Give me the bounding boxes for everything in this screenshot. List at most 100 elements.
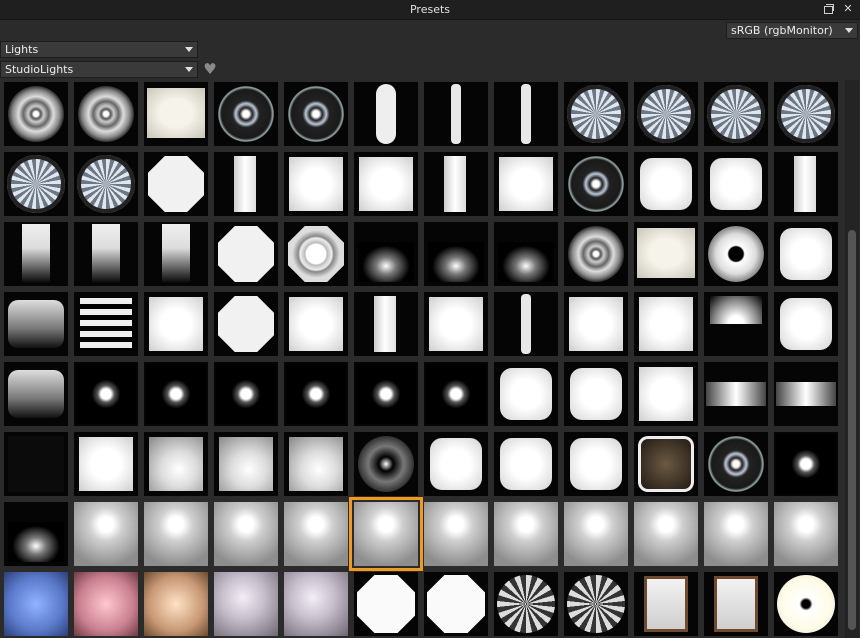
preset-thumbnail[interactable]: [774, 502, 838, 566]
preset-thumbnail[interactable]: [284, 152, 348, 216]
preset-thumbnail[interactable]: [634, 222, 698, 286]
preset-thumbnail[interactable]: [354, 82, 418, 146]
preset-thumbnail[interactable]: [494, 572, 558, 636]
preset-thumbnail[interactable]: [634, 572, 698, 636]
preset-thumbnail[interactable]: [214, 222, 278, 286]
close-icon[interactable]: ✕: [842, 3, 854, 15]
category-dropdown[interactable]: StudioLights: [0, 61, 198, 78]
preset-thumbnail[interactable]: [284, 292, 348, 356]
preset-thumbnail[interactable]: [354, 362, 418, 426]
preset-thumbnail[interactable]: [284, 222, 348, 286]
preset-thumbnail[interactable]: [74, 502, 138, 566]
preset-thumbnail[interactable]: [564, 292, 628, 356]
preset-thumbnail[interactable]: [144, 502, 208, 566]
preset-thumbnail[interactable]: [494, 362, 558, 426]
colorspace-dropdown[interactable]: sRGB (rgbMonitor): [726, 22, 858, 39]
preset-thumbnail[interactable]: [494, 82, 558, 146]
preset-thumbnail[interactable]: [704, 82, 768, 146]
heart-icon[interactable]: ♥: [202, 61, 218, 77]
preset-thumbnail[interactable]: [424, 432, 488, 496]
preset-thumbnail[interactable]: [774, 362, 838, 426]
preset-thumbnail[interactable]: [354, 292, 418, 356]
preset-thumbnail[interactable]: [4, 152, 68, 216]
preset-thumbnail[interactable]: [74, 362, 138, 426]
preset-thumbnail[interactable]: [214, 572, 278, 636]
preset-thumbnail[interactable]: [564, 152, 628, 216]
preset-thumbnail[interactable]: [774, 222, 838, 286]
preset-thumbnail[interactable]: [144, 432, 208, 496]
preset-thumbnail[interactable]: [349, 497, 423, 571]
preset-thumbnail[interactable]: [4, 432, 68, 496]
preset-thumbnail[interactable]: [704, 292, 768, 356]
preset-thumbnail[interactable]: [494, 432, 558, 496]
preset-thumbnail[interactable]: [4, 222, 68, 286]
preset-thumbnail[interactable]: [564, 572, 628, 636]
preset-thumbnail[interactable]: [214, 362, 278, 426]
preset-thumbnail[interactable]: [424, 572, 488, 636]
preset-thumbnail[interactable]: [4, 502, 68, 566]
preset-thumbnail[interactable]: [74, 572, 138, 636]
preset-thumbnail[interactable]: [144, 82, 208, 146]
preset-thumbnail[interactable]: [74, 152, 138, 216]
preset-thumbnail[interactable]: [354, 152, 418, 216]
preset-thumbnail[interactable]: [144, 292, 208, 356]
restore-icon[interactable]: [822, 3, 834, 15]
preset-thumbnail[interactable]: [774, 82, 838, 146]
preset-thumbnail[interactable]: [564, 222, 628, 286]
preset-thumbnail[interactable]: [284, 502, 348, 566]
preset-thumbnail[interactable]: [74, 222, 138, 286]
vertical-scrollbar[interactable]: [845, 80, 859, 638]
preset-thumbnail[interactable]: [424, 502, 488, 566]
preset-thumbnail[interactable]: [634, 362, 698, 426]
preset-thumbnail[interactable]: [144, 362, 208, 426]
preset-thumbnail[interactable]: [494, 292, 558, 356]
preset-thumbnail[interactable]: [634, 432, 698, 496]
preset-thumbnail[interactable]: [284, 572, 348, 636]
preset-thumbnail[interactable]: [564, 432, 628, 496]
preset-thumbnail[interactable]: [284, 432, 348, 496]
preset-thumbnail[interactable]: [74, 82, 138, 146]
preset-thumbnail[interactable]: [214, 292, 278, 356]
preset-thumbnail[interactable]: [354, 222, 418, 286]
scrollbar-thumb[interactable]: [848, 230, 856, 630]
preset-thumbnail[interactable]: [424, 292, 488, 356]
preset-thumbnail[interactable]: [144, 572, 208, 636]
preset-thumbnail[interactable]: [564, 362, 628, 426]
preset-thumbnail[interactable]: [704, 502, 768, 566]
preset-thumbnail[interactable]: [634, 502, 698, 566]
preset-thumbnail[interactable]: [4, 292, 68, 356]
preset-thumbnail[interactable]: [144, 222, 208, 286]
preset-thumbnail[interactable]: [704, 152, 768, 216]
preset-thumbnail[interactable]: [774, 572, 838, 636]
preset-thumbnail[interactable]: [424, 152, 488, 216]
preset-thumbnail[interactable]: [4, 82, 68, 146]
preset-thumbnail[interactable]: [494, 502, 558, 566]
preset-thumbnail[interactable]: [704, 432, 768, 496]
preset-thumbnail[interactable]: [634, 152, 698, 216]
preset-thumbnail[interactable]: [354, 432, 418, 496]
preset-thumbnail[interactable]: [704, 572, 768, 636]
preset-thumbnail[interactable]: [494, 152, 558, 216]
preset-thumbnail[interactable]: [214, 432, 278, 496]
preset-thumbnail[interactable]: [214, 152, 278, 216]
preset-thumbnail[interactable]: [214, 502, 278, 566]
preset-thumbnail[interactable]: [564, 82, 628, 146]
preset-thumbnail[interactable]: [424, 82, 488, 146]
preset-thumbnail[interactable]: [774, 432, 838, 496]
preset-thumbnail[interactable]: [774, 292, 838, 356]
preset-thumbnail[interactable]: [284, 82, 348, 146]
preset-thumbnail[interactable]: [494, 222, 558, 286]
preset-thumbnail[interactable]: [704, 222, 768, 286]
preset-thumbnail[interactable]: [74, 292, 138, 356]
preset-thumbnail[interactable]: [354, 572, 418, 636]
preset-thumbnail[interactable]: [704, 362, 768, 426]
preset-thumbnail[interactable]: [4, 362, 68, 426]
preset-thumbnail[interactable]: [424, 222, 488, 286]
library-dropdown[interactable]: Lights: [0, 41, 198, 58]
preset-thumbnail[interactable]: [424, 362, 488, 426]
preset-thumbnail[interactable]: [564, 502, 628, 566]
preset-thumbnail[interactable]: [634, 82, 698, 146]
preset-thumbnail[interactable]: [634, 292, 698, 356]
preset-thumbnail[interactable]: [284, 362, 348, 426]
preset-thumbnail[interactable]: [774, 152, 838, 216]
